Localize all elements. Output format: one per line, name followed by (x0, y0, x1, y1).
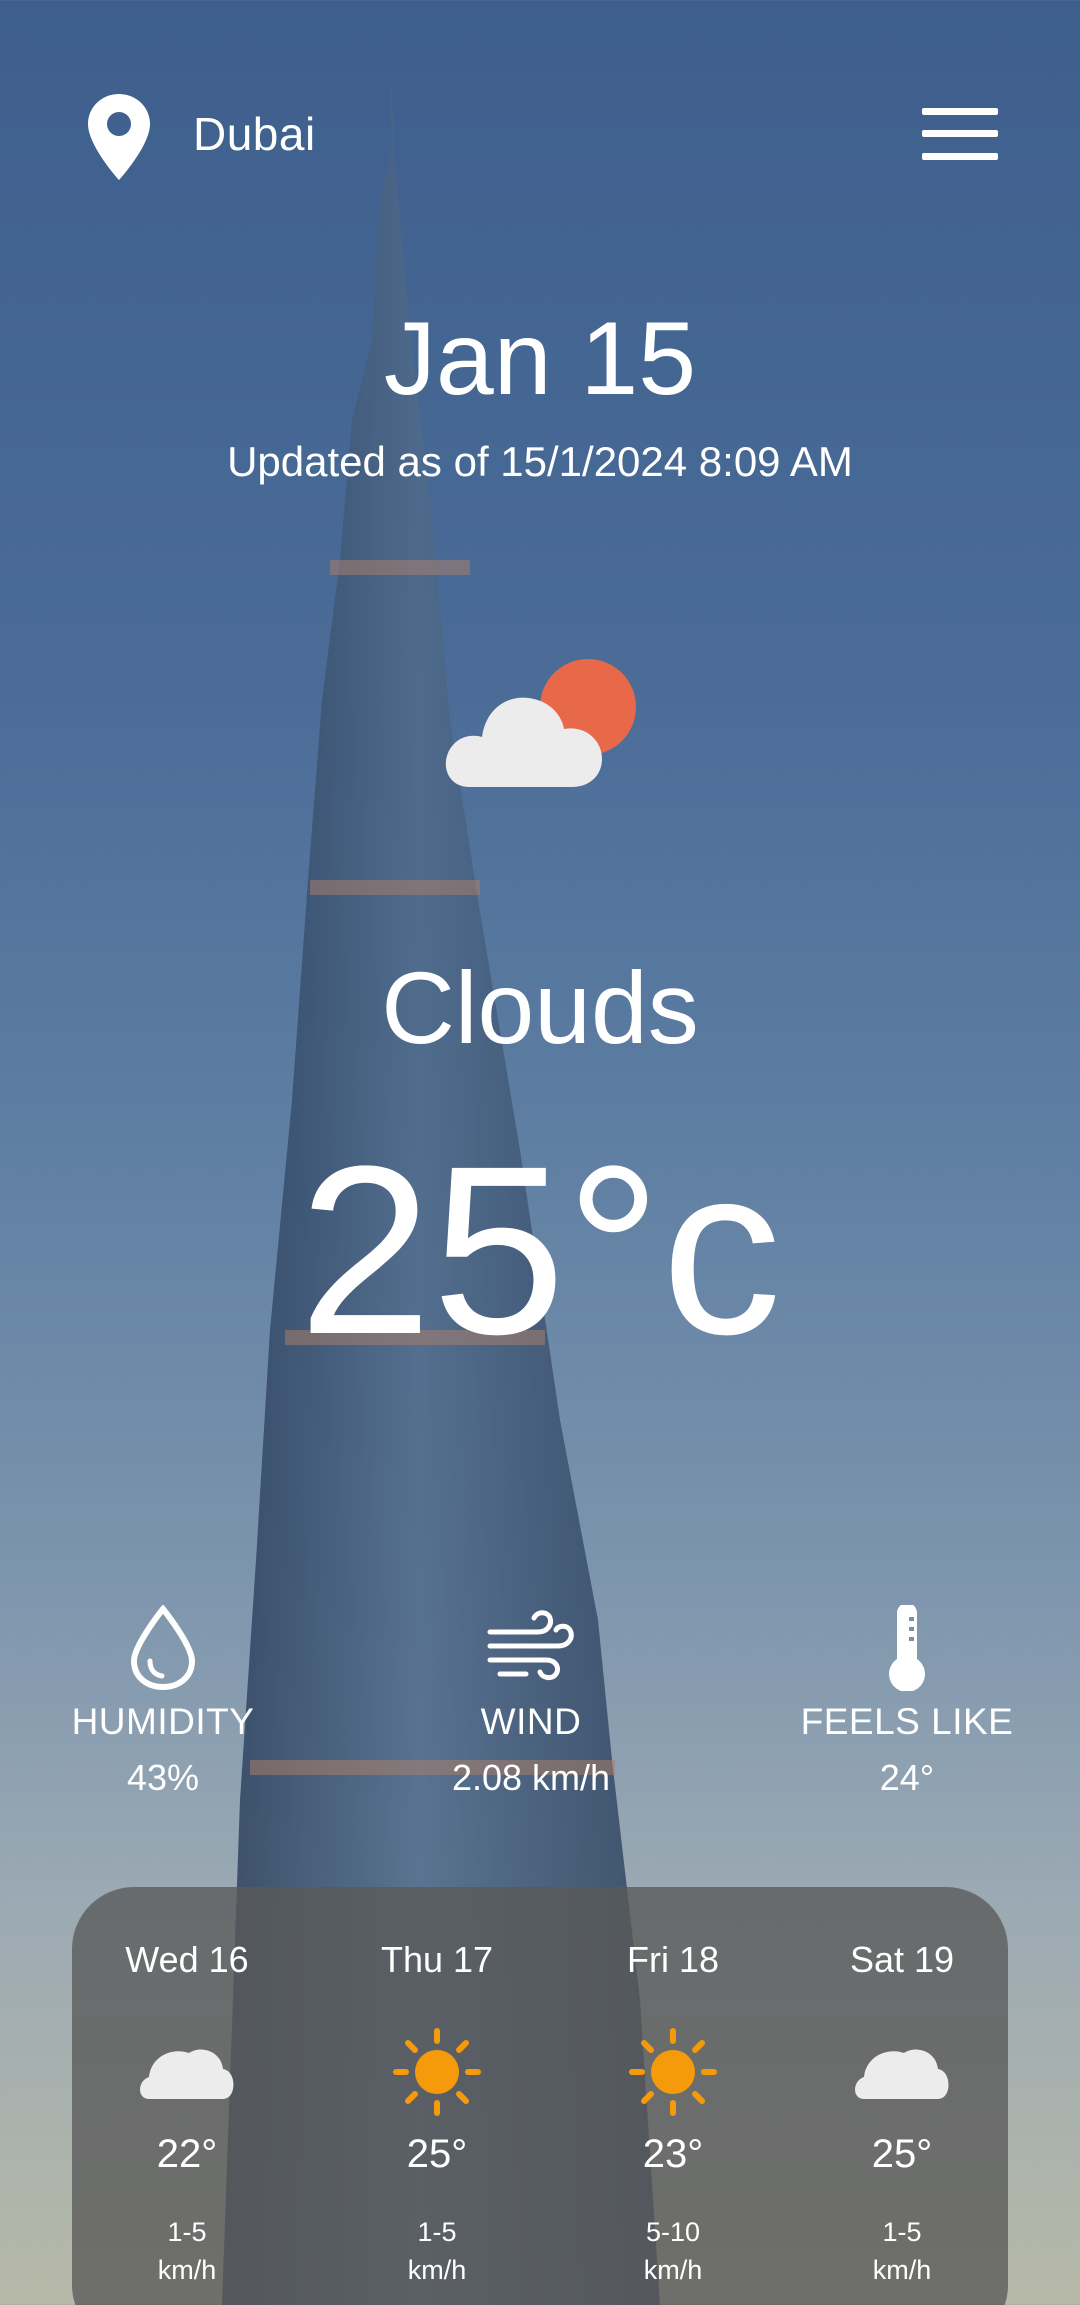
cloud-icon (140, 2049, 234, 2099)
forecast-wind: 1-5 km/h (72, 2213, 302, 2289)
wind-value: 2.08 km/h (451, 1757, 611, 1798)
forecast-wind-range: 1-5 (882, 2217, 922, 2247)
cloud-sun-icon (445, 659, 636, 787)
feels-like-value: 24° (879, 1757, 935, 1798)
feels-like-label: FEELS LIKE (800, 1701, 1014, 1742)
forecast-day-name: Thu 17 (380, 1939, 494, 1980)
forecast-temp: 23° (642, 2132, 704, 2176)
location-pin-icon[interactable] (88, 94, 150, 180)
forecast-wind-range: 1-5 (417, 2217, 457, 2247)
forecast-wind: 1-5 km/h (787, 2213, 1017, 2289)
water-drop-icon (130, 1605, 196, 1691)
current-date: Jan 15 (383, 301, 697, 417)
forecast-day-name: Sat 19 (849, 1939, 955, 1980)
forecast-panel: Wed 16 22° 1-5 km/h Thu 17 25° 1-5 km/h … (72, 1887, 1008, 2305)
forecast-day-name: Wed 16 (125, 1939, 249, 1980)
humidity-label: HUMIDITY (71, 1701, 255, 1742)
forecast-wind-unit: km/h (407, 2255, 467, 2285)
forecast-wind: 5-10 km/h (558, 2213, 788, 2289)
forecast-temp: 22° (156, 2132, 218, 2176)
feels-like-stat: FEELS LIKE 24° (747, 1605, 1067, 1799)
current-temperature: 25°c (298, 1116, 782, 1384)
weather-condition: Clouds (381, 951, 699, 1065)
cloud-icon (855, 2049, 949, 2099)
wind-icon (487, 1610, 574, 1681)
humidity-stat: HUMIDITY 43% (3, 1605, 323, 1799)
forecast-temp: 25° (406, 2132, 468, 2176)
forecast-day-name: Fri 18 (626, 1939, 720, 1980)
top-bar: Dubai (0, 0, 1080, 270)
hamburger-menu-icon[interactable] (922, 108, 998, 160)
sun-icon (393, 2028, 481, 2116)
forecast-wind-range: 5-10 (645, 2217, 701, 2247)
humidity-value: 43% (126, 1757, 200, 1798)
forecast-wind-unit: km/h (872, 2255, 932, 2285)
forecast-wind-range: 1-5 (167, 2217, 207, 2247)
city-name[interactable]: Dubai (193, 107, 316, 161)
updated-timestamp: Updated as of 15/1/2024 8:09 AM (227, 438, 853, 485)
wind-label: WIND (480, 1701, 582, 1742)
forecast-wind-unit: km/h (157, 2255, 217, 2285)
sun-icon (629, 2028, 717, 2116)
forecast-temp: 25° (871, 2132, 933, 2176)
forecast-wind: 1-5 km/h (322, 2213, 552, 2289)
thermometer-icon (889, 1605, 925, 1691)
forecast-wind-unit: km/h (643, 2255, 703, 2285)
wind-stat: WIND 2.08 km/h (371, 1605, 691, 1799)
